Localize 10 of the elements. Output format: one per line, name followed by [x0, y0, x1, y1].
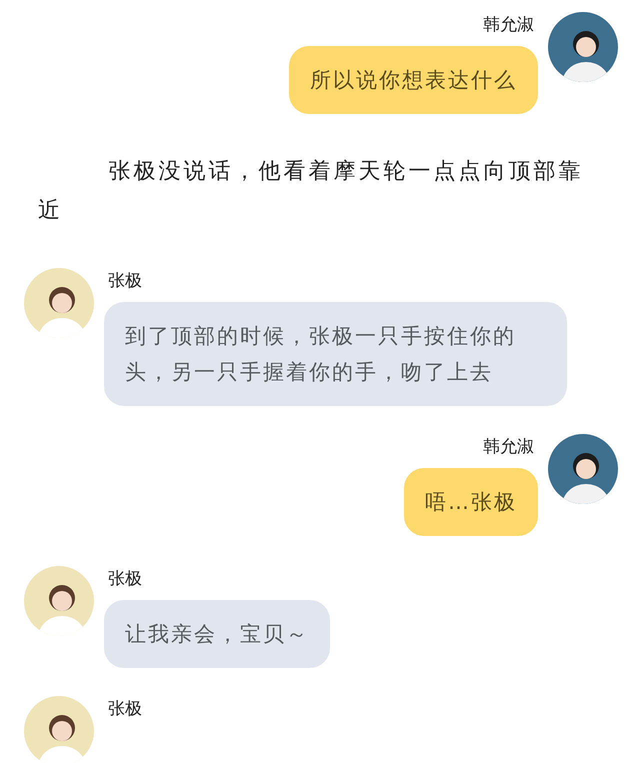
- message-bubble: 所以说你想表达什么: [289, 46, 538, 114]
- sender-name: 张极: [107, 270, 143, 293]
- narration-text: 张极没说话，他看着摩天轮一点点向顶部靠近: [38, 158, 584, 225]
- sender-name: 韩允淑: [482, 436, 535, 459]
- sender-name: 张极: [107, 698, 143, 721]
- message-bubble: 唔…张极: [404, 468, 538, 536]
- message-bubble: 到了顶部的时候，张极一只手按住你的头，另一只手握着你的手，吻了上去: [104, 302, 567, 406]
- sender-name: 张极: [107, 568, 143, 591]
- sender-name: 韩允淑: [482, 14, 535, 37]
- message-bubble: 让我亲会，宝贝～: [104, 600, 330, 668]
